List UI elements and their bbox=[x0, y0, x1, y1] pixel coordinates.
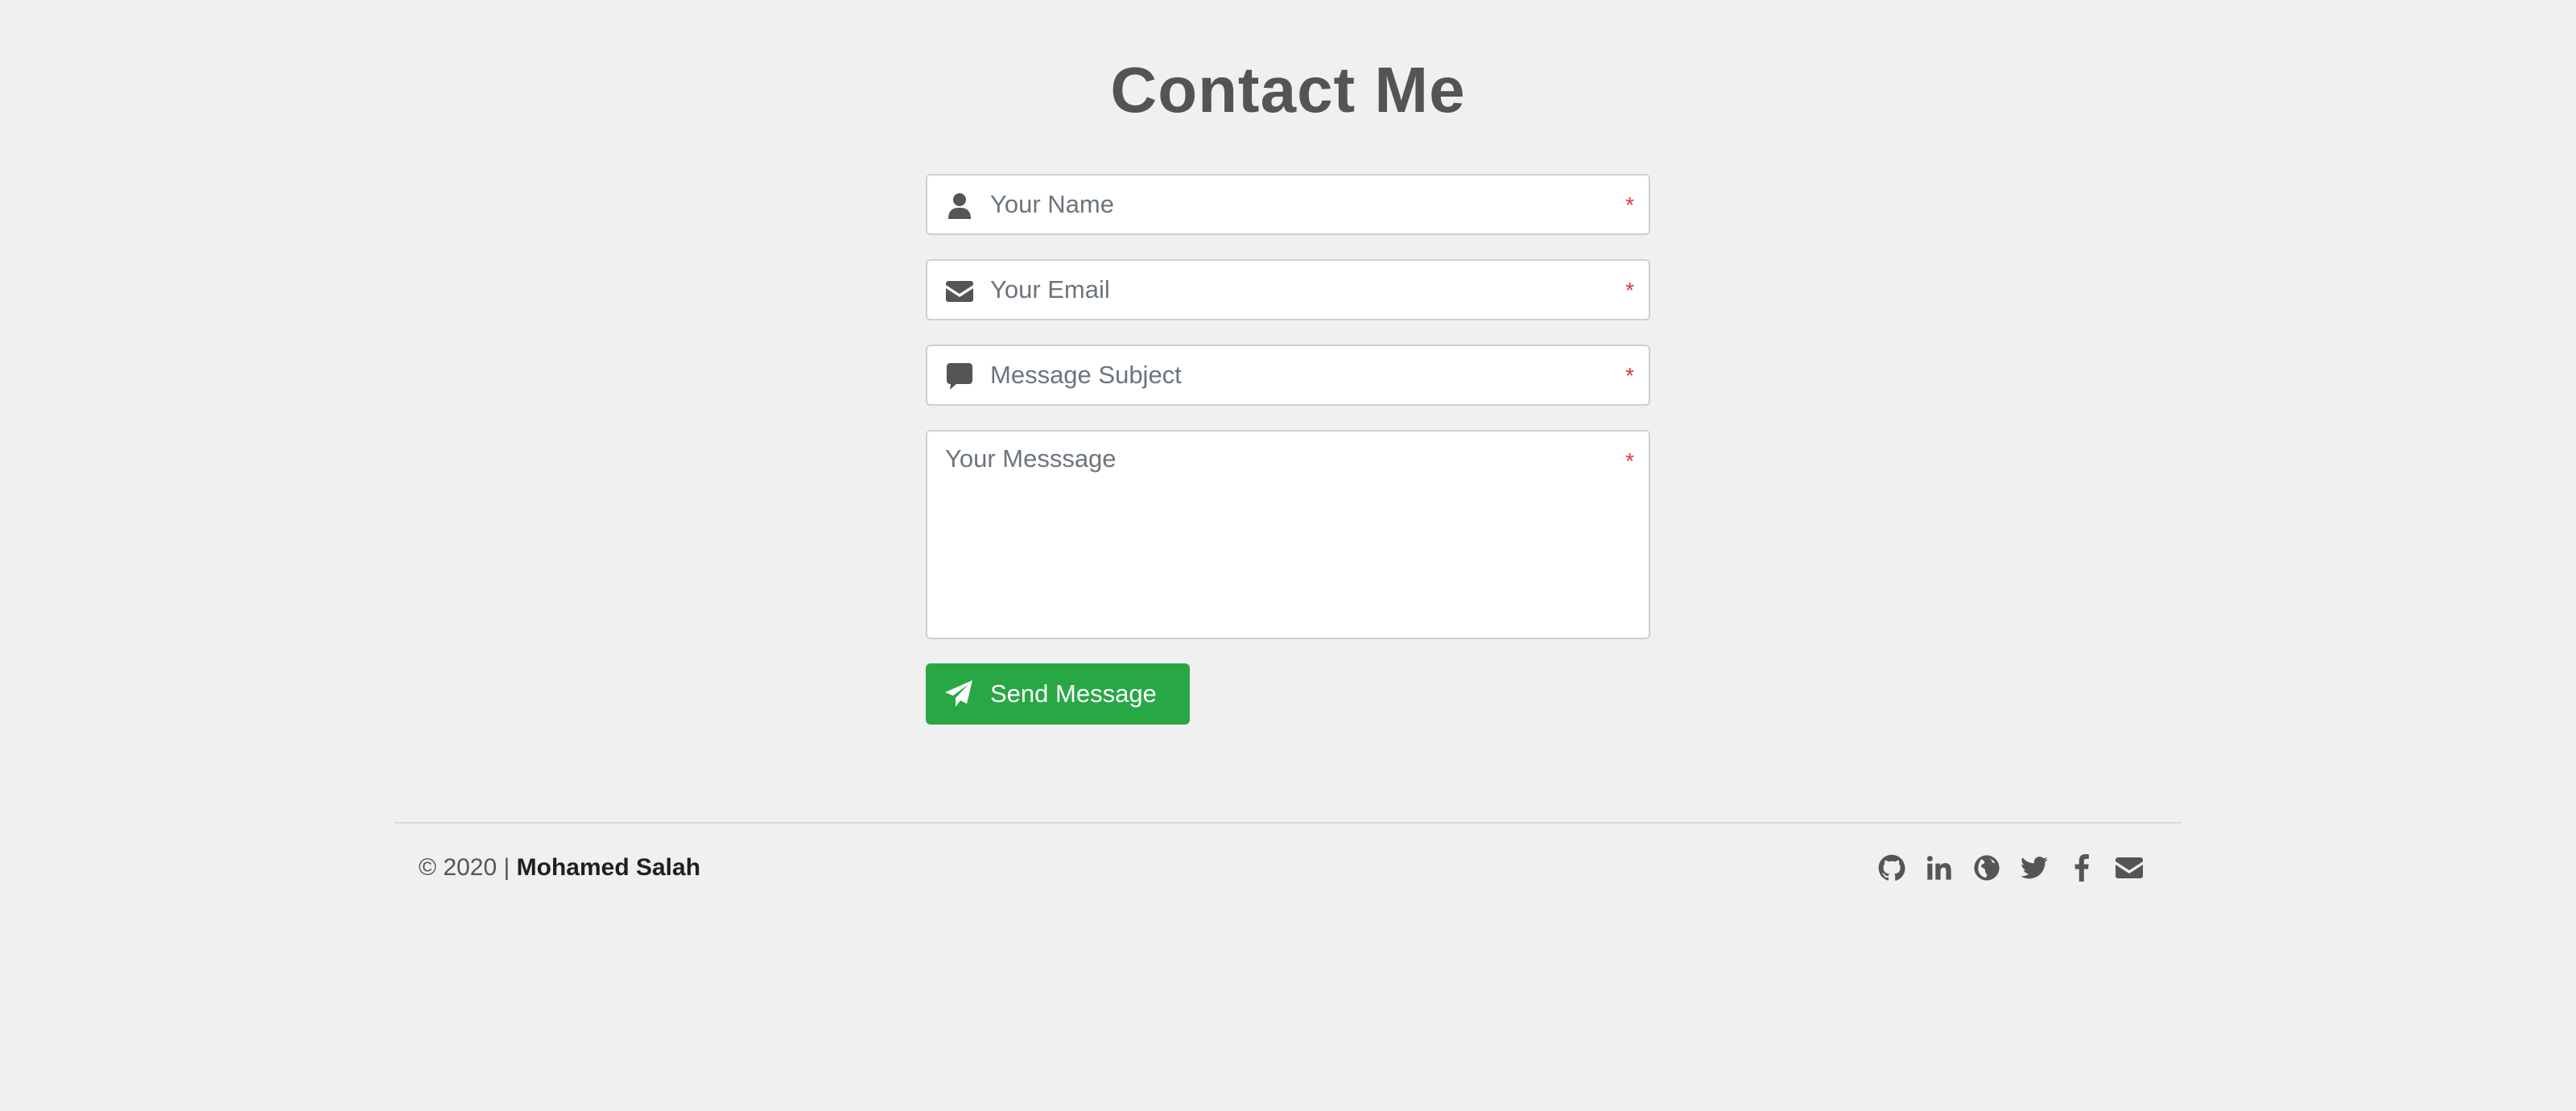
message-field-group: * bbox=[926, 430, 1650, 639]
envelope-icon bbox=[945, 277, 974, 306]
email-field-group: * bbox=[926, 259, 1650, 320]
social-links bbox=[1877, 853, 2143, 882]
required-marker: * bbox=[1625, 192, 1634, 217]
subject-field-group: * bbox=[926, 345, 1650, 406]
page-title: Contact Me bbox=[1110, 54, 1466, 126]
copyright-prefix: © 2020 | bbox=[419, 854, 517, 881]
github-icon[interactable] bbox=[1877, 853, 1905, 882]
globe-icon[interactable] bbox=[1972, 853, 2000, 882]
footer-divider bbox=[394, 822, 2182, 824]
name-input[interactable] bbox=[990, 176, 1602, 233]
message-textarea[interactable] bbox=[945, 444, 1605, 622]
required-marker: * bbox=[1625, 278, 1634, 303]
send-message-label: Send Message bbox=[990, 679, 1157, 708]
comment-icon bbox=[945, 362, 974, 391]
envelope-icon[interactable] bbox=[2115, 853, 2143, 882]
send-message-button[interactable]: Send Message bbox=[926, 663, 1190, 725]
user-icon bbox=[945, 192, 974, 221]
required-marker: * bbox=[1625, 448, 1634, 473]
email-input[interactable] bbox=[990, 261, 1602, 319]
contact-page: Contact Me * * bbox=[0, 0, 2576, 1111]
facebook-icon[interactable] bbox=[2067, 853, 2095, 882]
paper-plane-icon bbox=[943, 679, 974, 709]
name-field-group: * bbox=[926, 174, 1650, 235]
linkedin-icon[interactable] bbox=[1925, 853, 1953, 882]
contact-form: * * * * bbox=[926, 174, 1650, 725]
twitter-icon[interactable] bbox=[2020, 853, 2048, 882]
copyright: © 2020 | Mohamed Salah bbox=[419, 852, 700, 884]
author-name: Mohamed Salah bbox=[516, 854, 701, 881]
required-marker: * bbox=[1625, 363, 1634, 388]
subject-input[interactable] bbox=[990, 346, 1602, 404]
